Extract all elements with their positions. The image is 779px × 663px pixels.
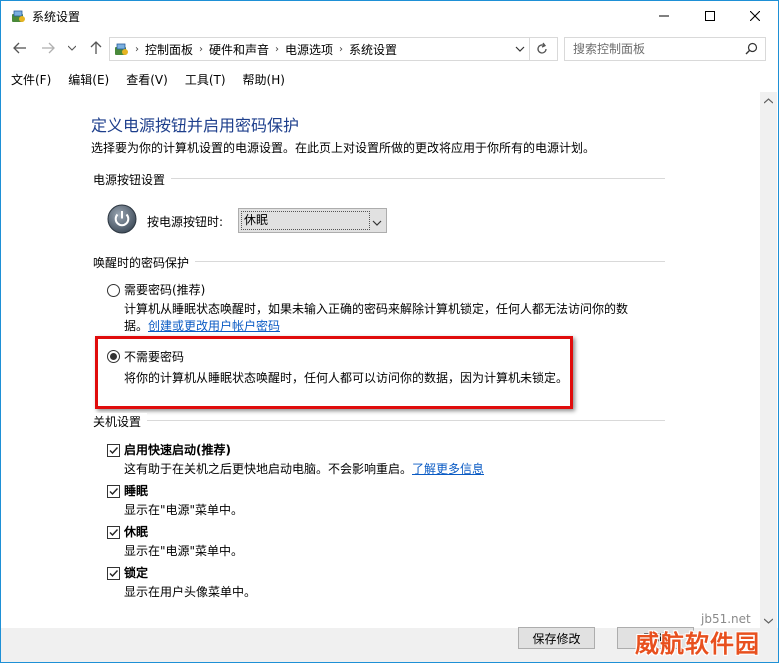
scroll-down-button[interactable] [760, 612, 777, 629]
vertical-scrollbar[interactable] [760, 92, 777, 629]
section-power-button: 电源按钮设置 [93, 171, 172, 188]
fast-startup-desc: 这有助于在关机之后更快地启动电脑。不会影响重启。 [124, 462, 413, 476]
power-button-action-select[interactable]: 休眠 [238, 208, 387, 233]
create-change-password-link[interactable]: 创建或更改用户帐户密码 [148, 317, 280, 334]
lock-desc: 显示在用户头像菜单中。 [124, 585, 257, 599]
scroll-up-icon [764, 97, 773, 103]
up-button[interactable] [88, 38, 104, 58]
fast-startup-label[interactable]: 启用快速启动(推荐) [124, 441, 231, 458]
highlight-annotation-box [95, 336, 573, 409]
chevron-right-icon[interactable]: › [196, 44, 206, 55]
section-divider [93, 178, 665, 179]
hibernate-desc: 显示在"电源"菜单中。 [124, 544, 244, 558]
breadcrumb-system-settings[interactable]: 系统设置 [346, 41, 400, 58]
checkmark-icon [109, 570, 119, 578]
menu-edit[interactable]: 编辑(E) [58, 69, 116, 89]
require-password-desc-line2: 据。 [124, 319, 149, 333]
search-box[interactable] [564, 37, 766, 61]
control-panel-icon [10, 8, 26, 24]
watermark-brand: 威航软件园 [635, 630, 760, 658]
hibernate-checkbox[interactable] [107, 526, 120, 539]
section-wake-password: 唤醒时的密码保护 [93, 254, 196, 271]
close-icon [750, 11, 760, 21]
menu-bar: 文件(F) 编辑(E) 查看(V) 工具(T) 帮助(H) [1, 69, 292, 89]
control-panel-small-icon [110, 41, 132, 57]
page-description: 选择要为你的计算机设置的电源设置。在此页上对设置所做的更改将应用于你所有的电源计… [91, 141, 596, 155]
page-title: 定义电源按钮并启用密码保护 [91, 116, 300, 135]
sleep-desc: 显示在"电源"菜单中。 [124, 503, 244, 517]
scroll-up-button[interactable] [760, 92, 777, 109]
address-dropdown-button[interactable] [515, 43, 525, 57]
learn-more-link[interactable]: 了解更多信息 [412, 460, 484, 477]
menu-help[interactable]: 帮助(H) [233, 69, 292, 89]
require-password-radio[interactable] [107, 284, 120, 297]
chevron-right-icon[interactable]: › [272, 44, 282, 55]
breadcrumb-power-options[interactable]: 电源选项 [282, 41, 336, 58]
sleep-checkbox[interactable] [107, 485, 120, 498]
address-bar[interactable]: › 控制面板 › 硬件和声音 › 电源选项 › 系统设置 [109, 37, 558, 61]
up-arrow-icon [90, 41, 102, 54]
require-password-label[interactable]: 需要密码(推荐) [124, 281, 205, 298]
chevron-down-icon [372, 216, 382, 230]
chevron-right-icon[interactable]: › [336, 44, 346, 55]
menu-view[interactable]: 查看(V) [116, 69, 175, 89]
forward-button[interactable] [40, 38, 56, 58]
sleep-label[interactable]: 睡眠 [124, 482, 148, 499]
lock-checkbox[interactable] [107, 567, 120, 580]
back-arrow-icon [13, 42, 26, 54]
checkmark-icon [109, 529, 119, 537]
breadcrumb-hardware-sound[interactable]: 硬件和声音 [206, 41, 272, 58]
power-button-label: 按电源按钮时: [147, 215, 224, 229]
forward-arrow-icon [42, 42, 55, 54]
power-button-selected-value: 休眠 [241, 211, 370, 230]
save-button[interactable]: 保存修改 [518, 627, 595, 649]
checkmark-icon [109, 488, 119, 496]
address-divider [529, 38, 530, 60]
section-divider [93, 420, 665, 421]
chevron-down-icon [68, 45, 76, 51]
chevron-down-icon [515, 46, 525, 52]
refresh-button[interactable] [535, 42, 549, 59]
hibernate-label[interactable]: 休眠 [124, 523, 148, 540]
checkmark-icon [109, 447, 119, 455]
search-icon[interactable] [745, 42, 758, 58]
chevron-right-icon[interactable]: › [132, 44, 142, 55]
close-button[interactable] [732, 1, 778, 31]
section-shutdown: 关机设置 [93, 413, 148, 430]
power-button-icon [107, 204, 137, 234]
maximize-icon [705, 11, 715, 21]
search-input[interactable] [573, 40, 738, 57]
scroll-down-icon [764, 618, 773, 624]
refresh-icon [537, 42, 547, 54]
menu-tools[interactable]: 工具(T) [175, 69, 233, 89]
back-button[interactable] [12, 38, 28, 58]
menu-file[interactable]: 文件(F) [1, 69, 58, 89]
minimize-button[interactable] [641, 1, 687, 31]
fast-startup-checkbox[interactable] [107, 444, 120, 457]
require-password-desc-line1: 计算机从睡眠状态唤醒时，如果未输入正确的密码来解除计算机锁定，任何人都无法访问你… [124, 302, 629, 316]
maximize-button[interactable] [687, 1, 733, 31]
breadcrumb-control-panel[interactable]: 控制面板 [142, 41, 196, 58]
title-bar: 系统设置 [1, 1, 778, 31]
recent-locations-button[interactable] [66, 38, 78, 58]
minimize-icon [659, 15, 669, 17]
window-title: 系统设置 [32, 10, 81, 24]
lock-label[interactable]: 锁定 [124, 564, 148, 581]
